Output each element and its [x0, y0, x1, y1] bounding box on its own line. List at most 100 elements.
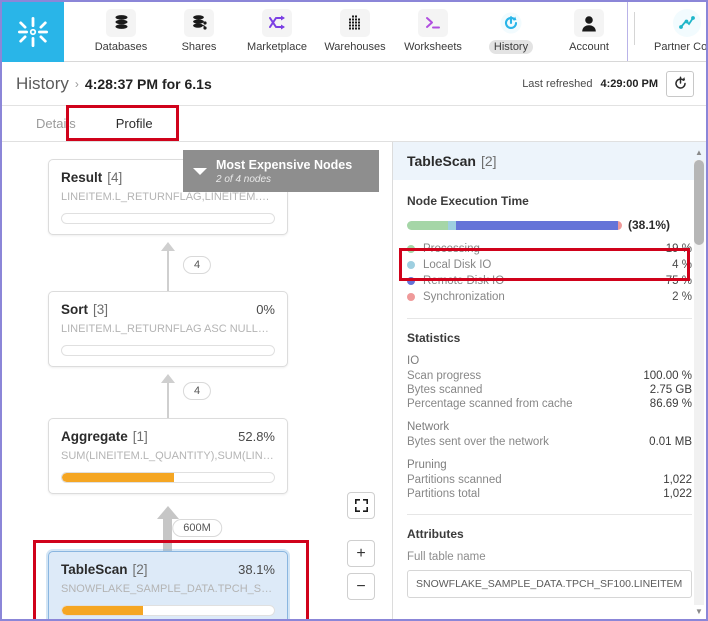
stat-row: Bytes sent over the network 0.01 MB — [407, 435, 692, 449]
fit-to-screen-button[interactable] — [347, 492, 375, 519]
legend-label: Remote Disk IO — [423, 275, 504, 287]
nav-item-partner-connect[interactable]: Partner Conn — [649, 2, 708, 61]
graph-arrow-tablescan-aggregate — [157, 506, 179, 519]
stat-row: Percentage scanned from cache 86.69 % — [407, 397, 692, 411]
tab-details[interactable]: Details — [16, 106, 96, 141]
breadcrumb-bar: History › 4:28:37 PM for 6.1s Last refre… — [2, 62, 706, 106]
nav-label: History — [489, 40, 533, 54]
legend-row-processing: Processing 19 % — [407, 241, 692, 257]
scrollbar-thumb[interactable] — [694, 160, 704, 245]
top-navigation-bar: Databases Share — [2, 2, 706, 62]
history-icon — [496, 9, 526, 37]
zoom-in-button[interactable]: + — [347, 540, 375, 567]
divider — [407, 514, 692, 515]
legend-row-synchronization: Synchronization 2 % — [407, 289, 692, 305]
scroll-down-arrow-icon[interactable]: ▼ — [694, 607, 704, 617]
stat-value: 1,022 — [663, 474, 692, 486]
legend-label: Local Disk IO — [423, 259, 491, 271]
exec-segment — [448, 221, 457, 230]
node-subtitle: SNOWFLAKE_SAMPLE_DATA.TPCH_SF100.... — [61, 583, 275, 595]
node-index: [4] — [107, 170, 122, 185]
node-percent: 0% — [256, 302, 275, 317]
legend-row-local-disk-io: Local Disk IO 4 % — [407, 257, 692, 273]
legend-label: Synchronization — [423, 291, 505, 303]
nav-label: Partner Conn — [649, 40, 708, 54]
stat-value: 2.75 GB — [650, 384, 692, 396]
nav-label: Shares — [177, 40, 222, 54]
zoom-out-button[interactable]: − — [347, 573, 375, 600]
refresh-button[interactable] — [666, 71, 694, 97]
graph-arrow-aggregate-sort — [161, 374, 175, 383]
nav-item-warehouses[interactable]: Warehouses — [316, 2, 394, 54]
graph-edge-badge: 600M — [172, 519, 222, 537]
node-progress-bar — [61, 605, 275, 616]
node-title: Aggregate — [61, 429, 128, 444]
nav-item-worksheets[interactable]: Worksheets — [394, 2, 472, 54]
graph-edge-sort-result — [167, 247, 169, 293]
query-profile-graph[interactable]: Result [4] LINEITEM.L_RETURNFLAG,LINEITE… — [2, 142, 393, 621]
legend-value: 19 % — [666, 243, 692, 255]
overlay-subtitle: 2 of 4 nodes — [216, 174, 352, 185]
attribute-label-full-table-name: Full table name — [407, 551, 692, 563]
detail-panel-scrollbar[interactable]: ▲ ▼ — [694, 148, 704, 617]
shares-icon — [184, 9, 214, 37]
scroll-up-arrow-icon[interactable]: ▲ — [694, 148, 704, 158]
overlay-text-group: Most Expensive Nodes 2 of 4 nodes — [216, 158, 352, 185]
spacer — [407, 449, 692, 459]
graph-node-sort[interactable]: Sort [3] 0% LINEITEM.L_RETURNFLAG ASC NU… — [48, 291, 288, 367]
overlay-title: Most Expensive Nodes — [216, 158, 352, 173]
stat-label: Partitions total — [407, 488, 480, 500]
stat-label: Bytes scanned — [407, 384, 482, 396]
account-icon — [574, 9, 604, 37]
legend-value: 4 % — [672, 259, 692, 271]
nav-divider — [634, 12, 635, 45]
detail-panel-body: Node Execution Time (38.1%) Processing 1… — [393, 180, 706, 598]
nav-right-divider — [627, 2, 628, 61]
node-index: [2] — [133, 562, 148, 577]
most-expensive-nodes-dropdown[interactable]: Most Expensive Nodes 2 of 4 nodes — [183, 150, 379, 192]
tab-profile[interactable]: Profile — [96, 106, 173, 141]
warehouse-icon — [340, 9, 370, 37]
stat-label: Partitions scanned — [407, 474, 502, 486]
nav-item-marketplace[interactable]: Marketplace — [238, 2, 316, 54]
stat-value: 100.00 % — [643, 370, 692, 382]
exec-segment — [618, 221, 622, 230]
stat-group-pruning-title: Pruning — [407, 459, 692, 471]
content-area: Result [4] LINEITEM.L_RETURNFLAG,LINEITE… — [2, 142, 706, 621]
nav-label: Account — [564, 40, 614, 54]
nav-item-shares[interactable]: Shares — [160, 2, 238, 54]
execution-time-bar — [407, 221, 622, 230]
legend-dot-synchronization — [407, 293, 415, 301]
divider — [407, 318, 692, 319]
node-index: [1] — [133, 429, 148, 444]
stat-value: 1,022 — [663, 488, 692, 500]
node-index: [3] — [93, 302, 108, 317]
stat-row: Partitions total 1,022 — [407, 487, 692, 501]
graph-edge-badge: 4 — [183, 382, 211, 400]
graph-node-tablescan[interactable]: TableScan [2] 38.1% SNOWFLAKE_SAMPLE_DAT… — [48, 551, 288, 621]
partner-connect-icon — [673, 9, 701, 37]
graph-node-aggregate[interactable]: Aggregate [1] 52.8% SUM(LINEITEM.L_QUANT… — [48, 418, 288, 494]
last-refreshed-label: Last refreshed — [522, 78, 592, 90]
breadcrumb-root-link[interactable]: History — [16, 74, 69, 94]
node-progress-bar — [61, 213, 275, 224]
stat-value: 86.69 % — [650, 398, 692, 410]
marketplace-icon — [262, 9, 292, 37]
attribute-value-full-table-name[interactable]: SNOWFLAKE_SAMPLE_DATA.TPCH_SF100.LINEITE… — [407, 570, 692, 598]
nav-item-databases[interactable]: Databases — [82, 2, 160, 54]
nav-item-account[interactable]: Account — [550, 2, 628, 54]
legend-value: 75 % — [666, 275, 692, 287]
breadcrumb-separator: › — [75, 77, 79, 91]
snowflake-logo[interactable] — [2, 2, 64, 62]
stat-row: Bytes scanned 2.75 GB — [407, 383, 692, 397]
nav-item-history[interactable]: History — [472, 2, 550, 54]
attributes-heading: Attributes — [407, 527, 692, 541]
nav-label: Worksheets — [399, 40, 467, 54]
nav-label: Warehouses — [319, 40, 390, 54]
legend-dot-remote-disk-io — [407, 277, 415, 285]
refresh-area: Last refreshed 4:29:00 PM — [522, 71, 694, 97]
node-execution-time-heading: Node Execution Time — [407, 194, 692, 208]
stat-value: 0.01 MB — [649, 436, 692, 448]
node-header: Aggregate [1] 52.8% — [61, 429, 275, 444]
stat-label: Bytes sent over the network — [407, 436, 549, 448]
